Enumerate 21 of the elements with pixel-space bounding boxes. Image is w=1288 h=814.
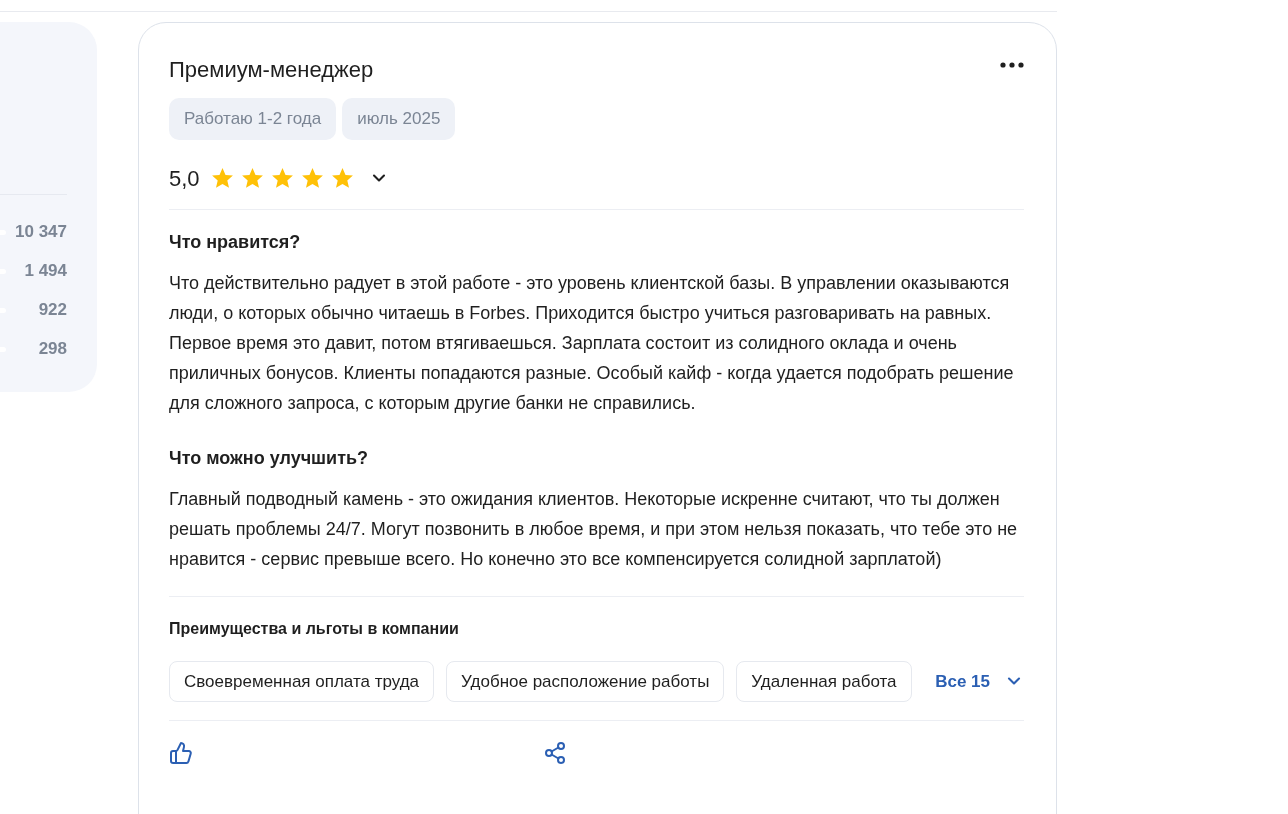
review-count: 922 <box>38 299 67 322</box>
thumbs-up-icon[interactable] <box>169 741 193 765</box>
benefit-chip: Удаленная работа <box>736 660 912 702</box>
review-text: Главный подводный камень - это ожидания клиентов. Некоторые искренне считают, что ты должен решать проблемы 24/7. Могут позвонить в любое время, и при этом нельзя показать, что тебе это не нравится - сервис превыше всего. Но конечно это все компенсируется солидной зарплатой) <box>169 487 1019 571</box>
benefit-chip: Своевременная оплата труда <box>169 660 435 702</box>
review-count: 1 494 <box>24 260 67 283</box>
more-icon <box>1000 62 1024 68</box>
more-button[interactable] <box>998 60 1026 70</box>
review-count: 298 <box>38 338 67 361</box>
section-heading: Что нравится? <box>169 230 302 254</box>
review-text: Что действительно радует в этой работе - это уровень клиентской базы. В управлении оказываются люди, о которых обычно читаешь в Forbes. Приходится быстро учиться разговаривать на равных. Первое время это давит, потом втягиваешься. Зарплата состоит из солидного оклада и очень приличных бонусов. Клиенты попадаются разные. Особый кайф - когда удается подобрать решение для сложного запроса, с которым другие банки не справились. <box>169 271 1015 415</box>
tag: июль 2025 <box>342 98 456 140</box>
benefits-heading: Преимущества и льготы в компании <box>169 618 460 639</box>
benefit-chip: Удобное расположение работы <box>446 660 725 702</box>
tag: Работаю 1-2 года <box>169 98 337 140</box>
show-all-link[interactable]: Все 15 <box>935 668 1024 694</box>
review-count: 10 347 <box>15 221 67 244</box>
share-icon[interactable] <box>543 741 567 765</box>
section-heading: Что можно улучшить? <box>169 446 370 470</box>
rating-value: 5,0 <box>169 164 200 193</box>
review-title: Премиум-менеджер <box>169 56 374 84</box>
